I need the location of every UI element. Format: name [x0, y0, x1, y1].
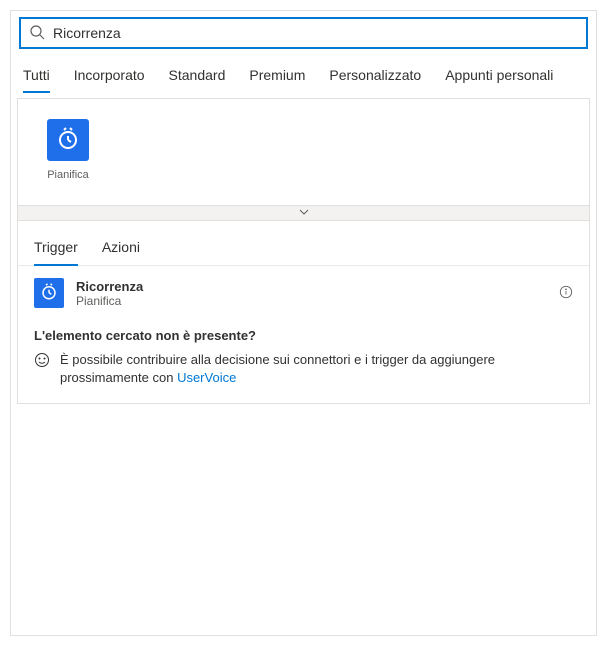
- tab-trigger[interactable]: Trigger: [34, 233, 78, 265]
- trigger-title: Ricorrenza: [76, 279, 559, 294]
- connectors-grid: Pianifica: [18, 99, 589, 205]
- category-tabs: Tutti Incorporato Standard Premium Perso…: [15, 59, 592, 94]
- clock-icon: [56, 127, 80, 154]
- help-text: È possibile contribuire alla decisione s…: [60, 351, 573, 387]
- results-panel: Pianifica Trigger Azioni: [17, 98, 590, 404]
- expand-handle[interactable]: [18, 205, 589, 221]
- help-title: L'elemento cercato non è presente?: [34, 328, 573, 343]
- connector-label: Pianifica: [47, 169, 89, 181]
- tab-builtin[interactable]: Incorporato: [74, 59, 145, 93]
- trigger-tile: [34, 278, 64, 308]
- tab-clipboard[interactable]: Appunti personali: [445, 59, 553, 93]
- help-line: È possibile contribuire alla decisione s…: [34, 351, 573, 387]
- trigger-text: Ricorrenza Pianifica: [76, 279, 559, 308]
- tab-actions[interactable]: Azioni: [102, 233, 140, 265]
- trigger-recurrence[interactable]: Ricorrenza Pianifica: [18, 266, 589, 320]
- clock-icon: [40, 283, 58, 304]
- tab-all[interactable]: Tutti: [23, 59, 50, 93]
- search-box[interactable]: [19, 17, 588, 49]
- trigger-action-tabs: Trigger Azioni: [18, 221, 589, 266]
- schedule-tile: [47, 119, 89, 161]
- smile-icon: [34, 352, 50, 371]
- search-icon: [29, 24, 45, 43]
- tab-standard[interactable]: Standard: [169, 59, 226, 93]
- search-input[interactable]: [45, 25, 578, 41]
- trigger-subtitle: Pianifica: [76, 294, 559, 308]
- connector-picker-panel: Tutti Incorporato Standard Premium Perso…: [10, 10, 597, 636]
- chevron-down-icon: [298, 205, 310, 221]
- help-message: È possibile contribuire alla decisione s…: [60, 352, 495, 385]
- tab-custom[interactable]: Personalizzato: [329, 59, 421, 93]
- connector-schedule[interactable]: Pianifica: [38, 119, 98, 181]
- help-section: L'elemento cercato non è presente? È pos…: [18, 320, 589, 403]
- uservoice-link[interactable]: UserVoice: [177, 370, 236, 385]
- info-icon[interactable]: [559, 285, 573, 302]
- tab-premium[interactable]: Premium: [249, 59, 305, 93]
